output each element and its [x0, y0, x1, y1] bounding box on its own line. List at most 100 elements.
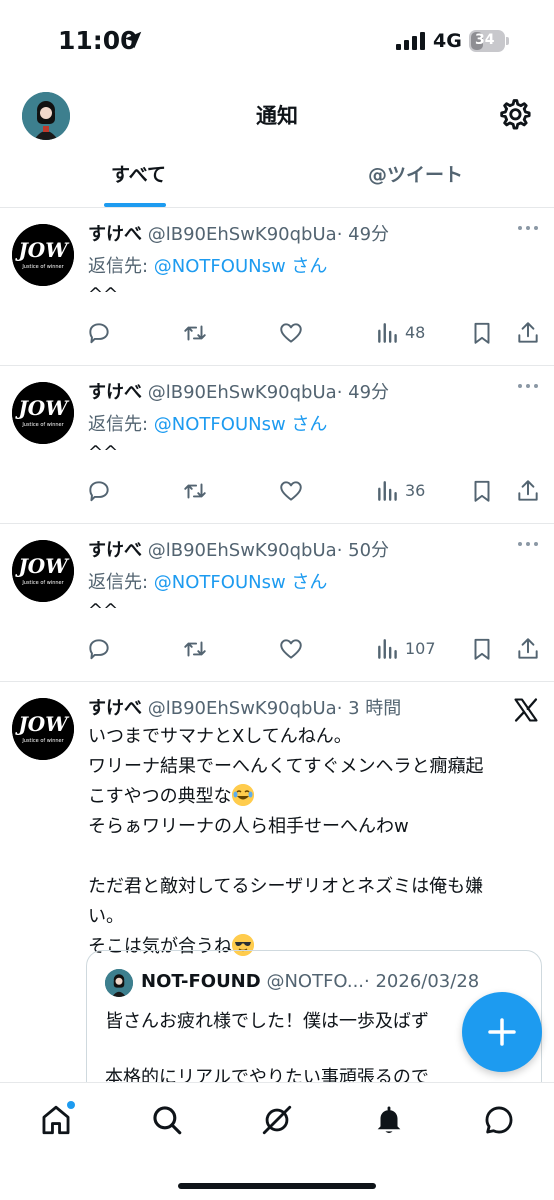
avatar[interactable]: JOW Justice of winner [12, 698, 74, 760]
tweet-item[interactable]: JOW Justice of winner すけべ @lB90EhSwK90qb… [0, 208, 554, 366]
quote-avatar[interactable] [105, 969, 133, 997]
share-icon[interactable] [515, 636, 541, 662]
reply-handle-link[interactable]: @NOTFOUNsw [154, 414, 286, 435]
views-icon[interactable] [375, 636, 401, 662]
tweet-text: ^^ [88, 442, 119, 463]
jow-logo-icon: JOW Justice of winner [12, 224, 74, 286]
plus-icon [488, 1018, 516, 1046]
grok-icon [262, 1105, 292, 1135]
quote-author-name[interactable]: NOT-FOUND [141, 971, 261, 992]
view-count: 36 [405, 481, 426, 500]
tweet-line-with-emoji: こすやつの典型な [88, 782, 538, 812]
tweet-item[interactable]: JOW Justice of winner すけべ @lB90EhSwK90qb… [0, 524, 554, 682]
reply-handle-link[interactable]: @NOTFOUNsw [154, 256, 286, 277]
avatar[interactable]: JOW Justice of winner [12, 382, 74, 444]
svg-text:Justice of winner: Justice of winner [21, 264, 64, 270]
tweet-actions: 36 [0, 478, 554, 508]
jow-logo-icon: JOW Justice of winner [12, 382, 74, 444]
views-icon[interactable] [375, 320, 401, 346]
reply-context: 返信先: @NOTFOUNsw さん [88, 252, 327, 278]
nav-messages[interactable] [482, 1103, 516, 1137]
author-name[interactable]: すけべ [88, 382, 142, 403]
tweet-line: いつまでサマナとXしてんねん。 [88, 726, 352, 747]
gear-icon[interactable] [497, 97, 531, 131]
retweet-icon[interactable] [182, 478, 208, 504]
bell-icon [377, 1106, 401, 1134]
svg-text:Justice of winner: Justice of winner [21, 422, 64, 428]
search-icon [153, 1106, 182, 1135]
author-handle[interactable]: @lB90EhSwK90qbUa [148, 224, 337, 245]
tweet-header: すけべ @lB90EhSwK90qbUa· 3 時間 [88, 694, 401, 720]
tweet-text: ^^ [88, 600, 119, 621]
heart-icon[interactable] [278, 320, 304, 346]
author-name[interactable]: すけべ [88, 224, 142, 245]
svg-text:Justice of winner: Justice of winner [21, 580, 64, 586]
tweet-time: · 49分 [336, 382, 390, 403]
bookmark-icon[interactable] [469, 320, 495, 346]
share-icon[interactable] [515, 478, 541, 504]
author-name[interactable]: すけべ [88, 540, 142, 561]
reply-prefix: 返信先: [88, 414, 154, 435]
tweet-line: ワリーナ結果でーへんくてすぐメンヘラと癇癪起 [88, 756, 484, 777]
reply-context: 返信先: @NOTFOUNsw さん [88, 568, 327, 594]
author-handle[interactable]: @lB90EhSwK90qbUa [148, 540, 337, 561]
reply-handle-link[interactable]: @NOTFOUNsw [154, 572, 286, 593]
reply-icon[interactable] [86, 636, 112, 662]
heart-icon[interactable] [278, 636, 304, 662]
home-indicator [178, 1183, 376, 1189]
author-handle[interactable]: @lB90EhSwK90qbUa [148, 382, 337, 403]
avatar-illustration [105, 969, 133, 997]
nav-grok[interactable] [260, 1103, 294, 1137]
heart-icon[interactable] [278, 478, 304, 504]
tweet-header: すけべ @lB90EhSwK90qbUa· 49分 [88, 378, 389, 404]
share-icon[interactable] [515, 320, 541, 346]
tweet-time: · 50分 [336, 540, 390, 561]
quote-author-handle[interactable]: @NOTFO... [266, 971, 364, 992]
laughing-crying-emoji-icon [231, 784, 254, 806]
compose-button[interactable] [462, 992, 542, 1072]
svg-text:JOW: JOW [14, 396, 70, 420]
tweet-actions: 107 [0, 636, 554, 666]
bookmark-icon[interactable] [469, 636, 495, 662]
quote-date: · 2026/03/28 [364, 971, 480, 992]
author-handle[interactable]: @lB90EhSwK90qbUa [148, 698, 337, 719]
views-icon[interactable] [375, 478, 401, 504]
reply-suffix: さん [285, 414, 328, 435]
quote-header: NOT-FOUND @NOTFO...· 2026/03/28 [141, 971, 479, 992]
retweet-icon[interactable] [182, 320, 208, 346]
tweet-line: こすやつの典型な [88, 786, 232, 807]
reply-prefix: 返信先: [88, 572, 154, 593]
more-icon[interactable] [516, 224, 540, 232]
svg-text:JOW: JOW [14, 712, 70, 736]
battery-level: 34 [475, 32, 495, 48]
avatar[interactable]: JOW Justice of winner [12, 224, 74, 286]
tweet-item[interactable]: JOW Justice of winner すけべ @lB90EhSwK90qb… [0, 366, 554, 524]
tweet-header: すけべ @lB90EhSwK90qbUa· 49分 [88, 220, 389, 246]
new-posts-dot [67, 1101, 75, 1109]
reply-icon[interactable] [86, 320, 112, 346]
reply-icon[interactable] [86, 478, 112, 504]
battery-icon: 34 [469, 30, 509, 52]
more-icon[interactable] [516, 540, 540, 548]
nav-home[interactable] [39, 1101, 75, 1137]
more-icon[interactable] [516, 382, 540, 390]
bookmark-icon[interactable] [469, 478, 495, 504]
retweet-icon[interactable] [182, 636, 208, 662]
message-icon [485, 1106, 513, 1134]
author-name[interactable]: すけべ [88, 698, 142, 719]
tweet-line [88, 842, 538, 872]
avatar[interactable]: JOW Justice of winner [12, 540, 74, 602]
tweet-header: すけべ @lB90EhSwK90qbUa· 50分 [88, 536, 389, 562]
jow-logo-icon: JOW Justice of winner [12, 540, 74, 602]
nav-search[interactable] [150, 1103, 184, 1137]
location-arrow-icon [124, 31, 142, 49]
svg-text:Justice of winner: Justice of winner [21, 738, 64, 744]
tab-mentions[interactable]: @ツイート [277, 152, 554, 208]
page-title: 通知 [256, 104, 298, 128]
bottom-nav [0, 1082, 554, 1200]
header: 通知 [0, 80, 554, 152]
jow-logo-icon: JOW Justice of winner [12, 698, 74, 760]
tab-all[interactable]: すべて [0, 152, 277, 208]
tweet-line: ただ君と敵対してるシーザリオとネズミは俺も嫌 [88, 876, 484, 897]
nav-notifications[interactable] [372, 1103, 406, 1137]
